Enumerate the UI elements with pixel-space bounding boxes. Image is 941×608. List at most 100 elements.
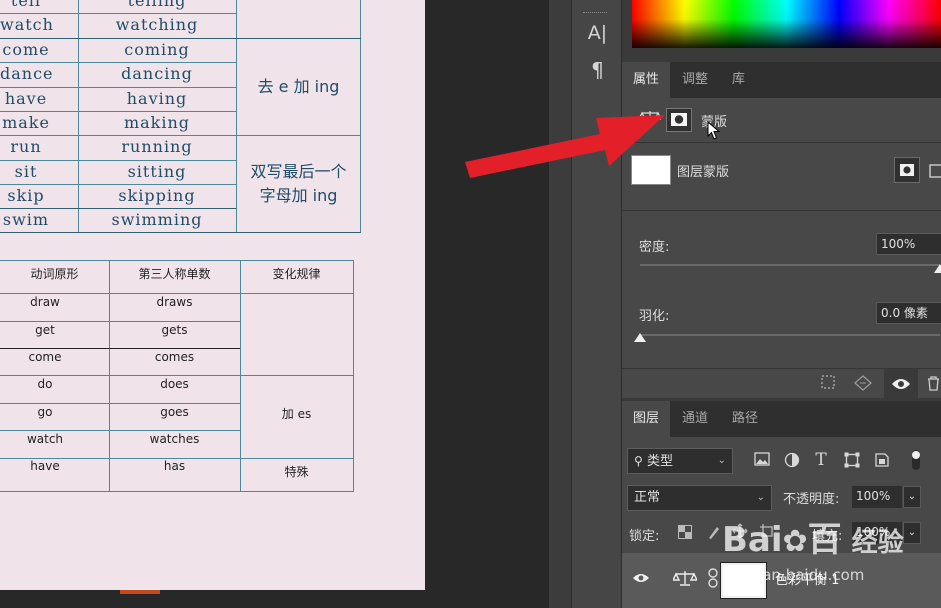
fill-dropdown-icon[interactable]: ⌄ [903,522,921,544]
link-icon[interactable] [706,568,720,592]
base-verb-cell: come [2,40,50,59]
table-line [0,38,361,39]
opacity-label: 不透明度: [783,492,840,507]
rule-cell: 双写最后一个 [250,162,347,181]
lock-transparency-icon[interactable] [676,525,694,543]
table-line [0,87,236,88]
shape-filter-icon[interactable] [842,452,862,472]
third-person-cell: does [160,377,189,391]
ing-form-cell: watching [115,15,199,34]
blend-mode-dropdown[interactable]: 正常 ⌄ [627,485,772,511]
search-icon: ⚲ [634,454,643,468]
type-tool-icon[interactable]: A| [572,22,623,44]
base-verb-cell: skip [7,186,45,205]
ing-form-cell: having [126,89,188,108]
adjustment-scale-icon[interactable] [637,109,663,129]
document-canvas[interactable]: tell telling watch watching come coming dance d… [0,0,425,590]
table-line [0,375,354,376]
lock-pixels-icon[interactable] [705,524,723,544]
base-verb-cell: watch [26,432,64,446]
third-person-cell: watches [149,432,200,446]
opacity-input[interactable]: 100% [852,486,902,508]
rule-cell: 特殊 [284,465,309,479]
panel-gutter [549,0,571,608]
apply-mask-icon[interactable] [852,375,874,395]
ing-form-cell: telling [127,0,187,10]
watermark-cn: 经验 [851,528,904,558]
type-filter-icon[interactable]: T [811,450,831,470]
tab-layers[interactable]: 图层 [622,401,671,437]
layer-visibility-eye-icon[interactable] [631,572,651,588]
third-person-cell: gets [161,323,188,337]
base-verb-cell: draw [30,295,60,309]
table-line [0,403,240,404]
paw-icon: ✿ [782,524,808,559]
table-line [0,232,361,233]
table-line [0,348,240,349]
rule-cell: 去 e 加 ing [257,77,340,96]
density-slider[interactable] [640,264,940,266]
table-line [0,62,236,63]
table-line [0,111,236,112]
table-line [0,208,236,209]
load-selection-icon[interactable] [818,375,838,393]
feather-input[interactable]: 0.0 像素 [876,302,941,324]
base-verb-cell: have [4,89,48,108]
divider [622,210,941,211]
vector-mask-icon[interactable] [926,160,941,182]
ing-form-cell: running [121,137,193,156]
filter-kind-value: 类型 [646,454,673,469]
baidu-watermark: Bai✿百 经验 [722,512,904,561]
layer-mask-label: 图层蒙版 [677,165,730,180]
header-cell: 第三人称单数 [138,267,211,281]
base-verb-cell: come [28,350,62,364]
lock-label: 锁定: [629,529,660,544]
tab-adjustments[interactable]: 调整 [671,62,719,98]
tab-libraries[interactable]: 库 [721,62,756,98]
opacity-dropdown-icon[interactable]: ⌄ [903,486,921,508]
paragraph-icon[interactable]: ¶ [572,58,623,82]
orange-marker [120,590,160,594]
photoshop-window: tell telling watch watching come coming dance d… [0,0,941,608]
ing-form-cell: skipping [118,186,196,205]
tab-paths[interactable]: 路径 [721,401,769,437]
base-verb-cell: dance [0,64,54,83]
tab-channels[interactable]: 通道 [671,401,719,437]
table-line [0,321,240,322]
base-verb-cell: do [37,377,53,391]
layer-filter-dropdown[interactable]: ⚲ 类型 ⌄ [627,448,733,474]
table-line [0,293,354,294]
trash-icon[interactable] [926,375,941,395]
rule-cell: 字母加 ing [259,186,338,205]
table-line [0,160,236,161]
image-filter-icon[interactable] [752,452,772,470]
color-spectrum[interactable] [632,0,941,48]
feather-slider[interactable] [640,334,940,336]
base-verb-cell: swim [2,210,50,229]
mask-icon[interactable] [666,108,692,132]
pixel-mask-icon[interactable] [894,157,920,183]
density-input[interactable]: 100% [876,233,941,255]
tool-strip: A| ¶ [571,0,622,608]
base-verb-cell: get [35,323,55,337]
chevron-down-icon: ⌄ [717,455,726,466]
eye-icon[interactable] [884,369,918,399]
header-cell: 变化规律 [272,267,321,281]
filter-toggle-icon[interactable] [906,448,926,472]
third-person-cell: draws [156,295,193,309]
adjustment-filter-icon[interactable] [782,452,802,472]
layer-mask-thumbnail[interactable] [631,155,671,185]
third-person-cell: has [163,459,186,473]
blend-mode-value: 正常 [634,490,661,505]
ing-form-cell: coming [124,40,190,59]
density-slider-thumb[interactable] [934,264,941,273]
tab-properties[interactable]: 属性 [622,62,671,98]
ing-form-cell: sitting [127,162,187,181]
properties-tabbar: 属性 调整 库 [622,62,941,98]
feather-label: 羽化: [639,309,670,324]
panel-grip[interactable] [583,12,607,15]
table-line [0,260,354,261]
mouse-cursor [707,120,721,145]
feather-slider-thumb[interactable] [634,333,646,342]
smart-object-filter-icon[interactable] [872,452,892,472]
